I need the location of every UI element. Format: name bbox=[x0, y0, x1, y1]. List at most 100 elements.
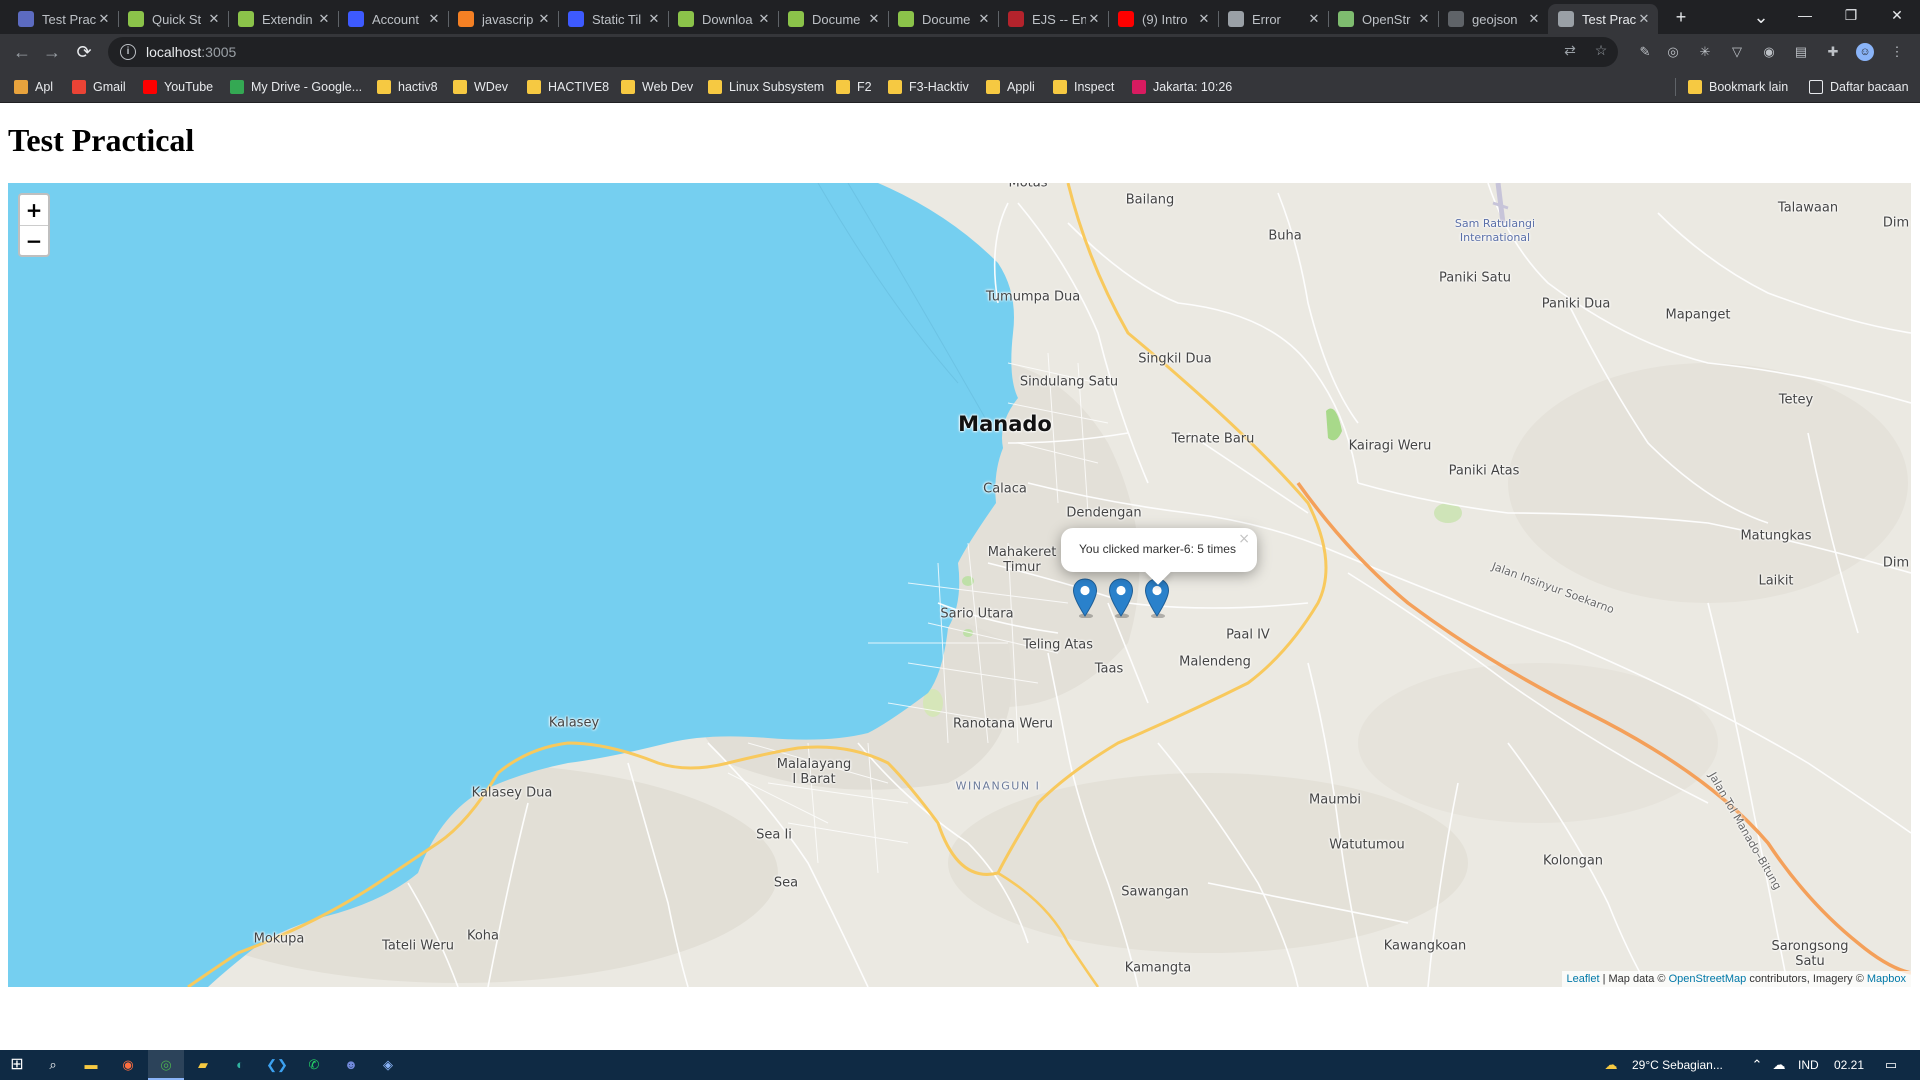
tab-close-icon[interactable]: ✕ bbox=[756, 11, 772, 27]
popup-close-button[interactable]: × bbox=[1238, 531, 1250, 547]
tab[interactable]: (9) Intro ✕ bbox=[1108, 4, 1218, 34]
tab-active[interactable]: Test Prac ✕ bbox=[1548, 4, 1658, 34]
tab[interactable]: Account ✕ bbox=[338, 4, 448, 34]
address-bar[interactable]: i localhost:3005 bbox=[108, 37, 1618, 67]
bookmark-label: Linux Subsystem bbox=[729, 80, 825, 94]
weather-icon[interactable]: ☁ bbox=[1600, 1054, 1622, 1076]
close-window-button[interactable]: ✕ bbox=[1874, 0, 1920, 30]
edge-icon[interactable]: ◐ bbox=[229, 1054, 251, 1076]
tab-close-icon[interactable]: ✕ bbox=[1636, 11, 1652, 27]
translate-icon[interactable]: ⇄ bbox=[1561, 41, 1579, 59]
bookmark-item[interactable]: Jakarta: 10:26 bbox=[1132, 77, 1232, 97]
tab-close-icon[interactable]: ✕ bbox=[1306, 11, 1322, 27]
bookmark-item[interactable]: My Drive - Google... bbox=[230, 77, 362, 97]
tab[interactable]: EJS -- En ✕ bbox=[998, 4, 1108, 34]
bookmark-item[interactable]: Apl bbox=[14, 77, 53, 97]
notification-icon[interactable]: ▭ bbox=[1880, 1054, 1902, 1076]
forward-button[interactable]: → bbox=[38, 38, 66, 66]
tab-title: geojson bbox=[1472, 11, 1518, 27]
app-red-icon[interactable]: ◉ bbox=[117, 1054, 139, 1076]
zoom-in-button[interactable]: + bbox=[20, 195, 48, 225]
target-extension-icon[interactable]: ◎ bbox=[1664, 43, 1682, 61]
tab-close-icon[interactable]: ✕ bbox=[976, 11, 992, 27]
vscode-icon[interactable]: ❮❯ bbox=[266, 1054, 288, 1076]
profile-avatar[interactable]: ☺ bbox=[1856, 43, 1874, 61]
cloud-sync-icon[interactable]: ☁ bbox=[1768, 1054, 1790, 1076]
bookmark-item[interactable]: hactiv8 bbox=[377, 77, 438, 97]
new-tab-button[interactable]: + bbox=[1668, 4, 1694, 30]
back-button[interactable]: ← bbox=[8, 38, 36, 66]
weather-text[interactable]: 29°C Sebagian... bbox=[1632, 1058, 1723, 1072]
map-marker-icon[interactable] bbox=[1108, 578, 1134, 619]
restore-button[interactable]: ❐ bbox=[1828, 0, 1874, 30]
tab-close-icon[interactable]: ✕ bbox=[536, 11, 552, 27]
mapbox-link[interactable]: Mapbox bbox=[1867, 973, 1906, 985]
tab[interactable]: Test Prac ✕ bbox=[8, 4, 118, 34]
tab[interactable]: Downloa ✕ bbox=[668, 4, 778, 34]
tab-close-icon[interactable]: ✕ bbox=[1526, 11, 1542, 27]
search-icon[interactable]: ⌕ bbox=[42, 1054, 64, 1076]
tab[interactable]: Quick St ✕ bbox=[118, 4, 228, 34]
tab-close-icon[interactable]: ✕ bbox=[206, 11, 222, 27]
bookmark-item[interactable]: Inspect bbox=[1053, 77, 1114, 97]
tab-close-icon[interactable]: ✕ bbox=[1196, 11, 1212, 27]
leaflet-link[interactable]: Leaflet bbox=[1567, 973, 1600, 985]
site-info-icon[interactable]: i bbox=[120, 44, 136, 60]
tab-close-icon[interactable]: ✕ bbox=[426, 11, 442, 27]
leaflet-map[interactable]: Manado Bailang Buha Sam Ratulangi Internati… bbox=[8, 183, 1911, 987]
tab-close-icon[interactable]: ✕ bbox=[1086, 11, 1102, 27]
openstreetmap-link[interactable]: OpenStreetMap bbox=[1669, 973, 1747, 985]
eyedropper-extension-icon[interactable]: ✎ bbox=[1636, 43, 1654, 61]
colorful-extension-icon[interactable]: ◉ bbox=[1760, 43, 1778, 61]
tab-search-icon[interactable]: ⌄ bbox=[1748, 4, 1774, 30]
map-label-place: Calaca bbox=[983, 481, 1027, 497]
vue-extension-icon[interactable]: ▽ bbox=[1728, 43, 1746, 61]
language-indicator[interactable]: IND bbox=[1798, 1058, 1819, 1072]
react-extension-icon[interactable]: ✳ bbox=[1696, 43, 1714, 61]
chrome-icon[interactable]: ◎ bbox=[155, 1054, 177, 1076]
map-marker-icon[interactable] bbox=[1072, 578, 1098, 619]
tab[interactable]: Error ✕ bbox=[1218, 4, 1328, 34]
bookmark-star-icon[interactable]: ☆ bbox=[1592, 41, 1610, 59]
bookmark-item[interactable]: Web Dev bbox=[621, 77, 693, 97]
bookmark-item[interactable]: Gmail bbox=[72, 77, 126, 97]
tab-close-icon[interactable]: ✕ bbox=[1416, 11, 1432, 27]
zoom-out-button[interactable]: − bbox=[20, 225, 48, 255]
tab[interactable]: geojson ✕ bbox=[1438, 4, 1548, 34]
bookmark-item[interactable]: F3-Hacktiv bbox=[888, 77, 969, 97]
tab[interactable]: Static Til ✕ bbox=[558, 4, 668, 34]
map-label-place: Sindulang Satu bbox=[1019, 374, 1119, 390]
discord-icon[interactable]: ☻ bbox=[340, 1054, 362, 1076]
notes-extension-icon[interactable]: ▤ bbox=[1792, 43, 1810, 61]
other-bookmarks[interactable]: Bookmark lain bbox=[1688, 77, 1788, 97]
tab[interactable]: Extendin ✕ bbox=[228, 4, 338, 34]
extensions-puzzle-icon[interactable]: ✚ bbox=[1824, 43, 1842, 61]
tab-close-icon[interactable]: ✕ bbox=[646, 11, 662, 27]
bookmark-item[interactable]: HACTIVE8 bbox=[527, 77, 609, 97]
tab[interactable]: Docume ✕ bbox=[888, 4, 998, 34]
app-misc-icon[interactable]: ◈ bbox=[377, 1054, 399, 1076]
windows-start-icon[interactable]: ⊞ bbox=[6, 1054, 28, 1076]
whatsapp-icon[interactable]: ✆ bbox=[303, 1054, 325, 1076]
minimize-button[interactable]: — bbox=[1782, 0, 1828, 30]
tab-close-icon[interactable]: ✕ bbox=[96, 11, 112, 27]
clock-time[interactable]: 02.21 bbox=[1834, 1058, 1864, 1072]
tab[interactable]: javascrip ✕ bbox=[448, 4, 558, 34]
folder-icon bbox=[888, 80, 902, 94]
bookmark-item[interactable]: WDev bbox=[453, 77, 508, 97]
sticky-notes-icon[interactable]: ▰ bbox=[192, 1054, 214, 1076]
tab[interactable]: Docume ✕ bbox=[778, 4, 888, 34]
tab-close-icon[interactable]: ✕ bbox=[316, 11, 332, 27]
file-explorer-icon[interactable]: ▬ bbox=[80, 1054, 102, 1076]
bookmark-item[interactable]: Linux Subsystem bbox=[708, 77, 824, 97]
tab[interactable]: OpenStr ✕ bbox=[1328, 4, 1438, 34]
bookmark-item[interactable]: YouTube bbox=[143, 77, 213, 97]
menu-kebab-icon[interactable]: ⋮ bbox=[1888, 43, 1906, 61]
map-label-place: Malendeng bbox=[1179, 654, 1251, 670]
tab-close-icon[interactable]: ✕ bbox=[866, 11, 882, 27]
tray-chevron-icon[interactable]: ⌃ bbox=[1746, 1054, 1768, 1076]
reading-list[interactable]: Daftar bacaan bbox=[1809, 77, 1909, 97]
reload-button[interactable]: ⟳ bbox=[70, 38, 98, 66]
bookmark-item[interactable]: Appli bbox=[986, 77, 1035, 97]
bookmark-item[interactable]: F2 bbox=[836, 77, 872, 97]
